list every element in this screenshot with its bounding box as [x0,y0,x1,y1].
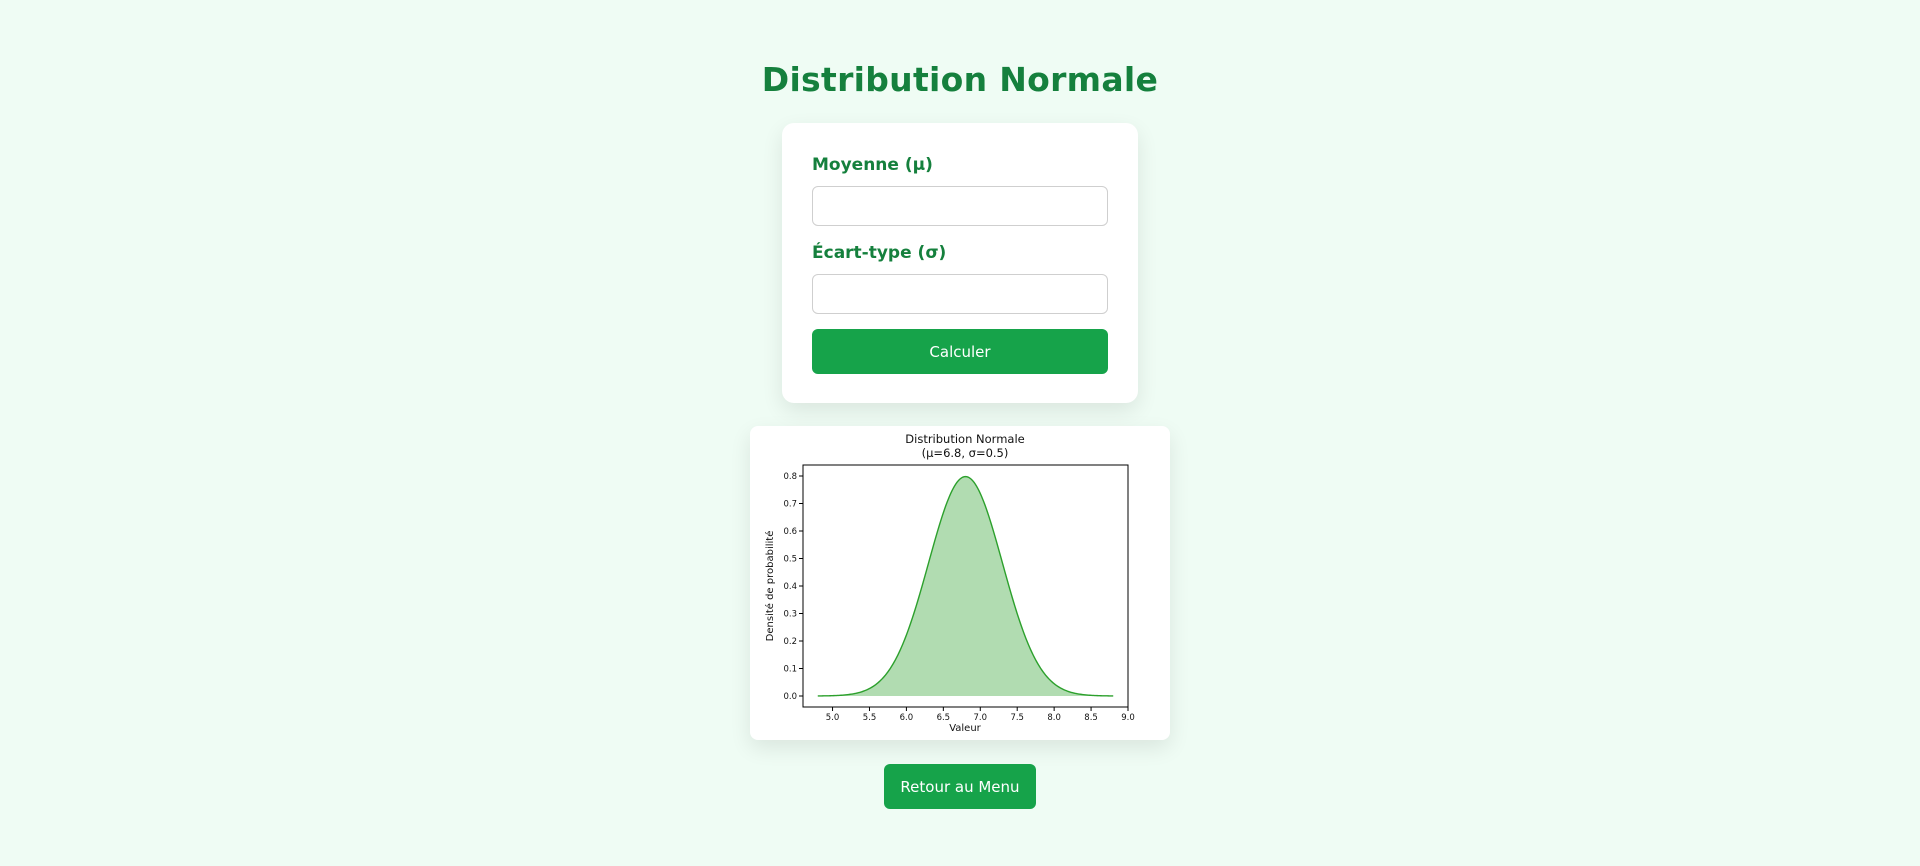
x-axis: 5.0 5.5 6.0 6.5 7.0 7.5 8.0 8.5 9.0 [826,707,1135,723]
parameters-form: Moyenne (μ) Écart-type (σ) Calculer [782,123,1138,403]
std-input[interactable] [812,274,1108,314]
x-tick-label: 9.0 [1121,713,1135,723]
back-to-menu-button[interactable]: Retour au Menu [884,764,1036,809]
y-tick-label: 0.1 [783,665,797,675]
y-tick-label: 0.8 [783,472,797,482]
chart-subtitle: (μ=6.8, σ=0.5) [922,446,1009,460]
x-tick-label: 6.5 [937,713,951,723]
mean-label: Moyenne (μ) [812,155,933,175]
y-tick-label: 0.7 [783,500,797,510]
y-axis: 0.0 0.1 0.2 0.3 0.4 0.5 0.6 0.7 0.8 [783,472,803,702]
y-axis-label: Densité de probabilité [764,531,776,642]
y-tick-label: 0.4 [783,582,797,592]
mean-input[interactable] [812,186,1108,226]
x-tick-label: 8.5 [1084,713,1098,723]
x-axis-label: Valeur [949,723,981,734]
calculate-button[interactable]: Calculer [812,329,1108,374]
y-tick-label: 0.3 [783,610,797,620]
x-tick-label: 8.0 [1047,713,1061,723]
y-tick-label: 0.2 [783,637,797,647]
chart-card: Distribution Normale (μ=6.8, σ=0.5) 0.0 0… [750,426,1170,740]
y-tick-label: 0.0 [783,692,797,702]
x-tick-label: 5.5 [863,713,877,723]
density-area [817,476,1114,696]
std-label: Écart-type (σ) [812,243,947,263]
chart-title: Distribution Normale [905,432,1024,446]
x-tick-label: 5.0 [826,713,840,723]
x-tick-label: 6.0 [900,713,914,723]
page-title: Distribution Normale [761,60,1159,99]
y-tick-label: 0.5 [783,555,797,565]
x-tick-label: 7.0 [974,713,988,723]
y-tick-label: 0.6 [783,527,797,537]
normal-distribution-chart: Distribution Normale (μ=6.8, σ=0.5) 0.00… [764,432,1135,734]
x-tick-label: 7.5 [1010,713,1024,723]
